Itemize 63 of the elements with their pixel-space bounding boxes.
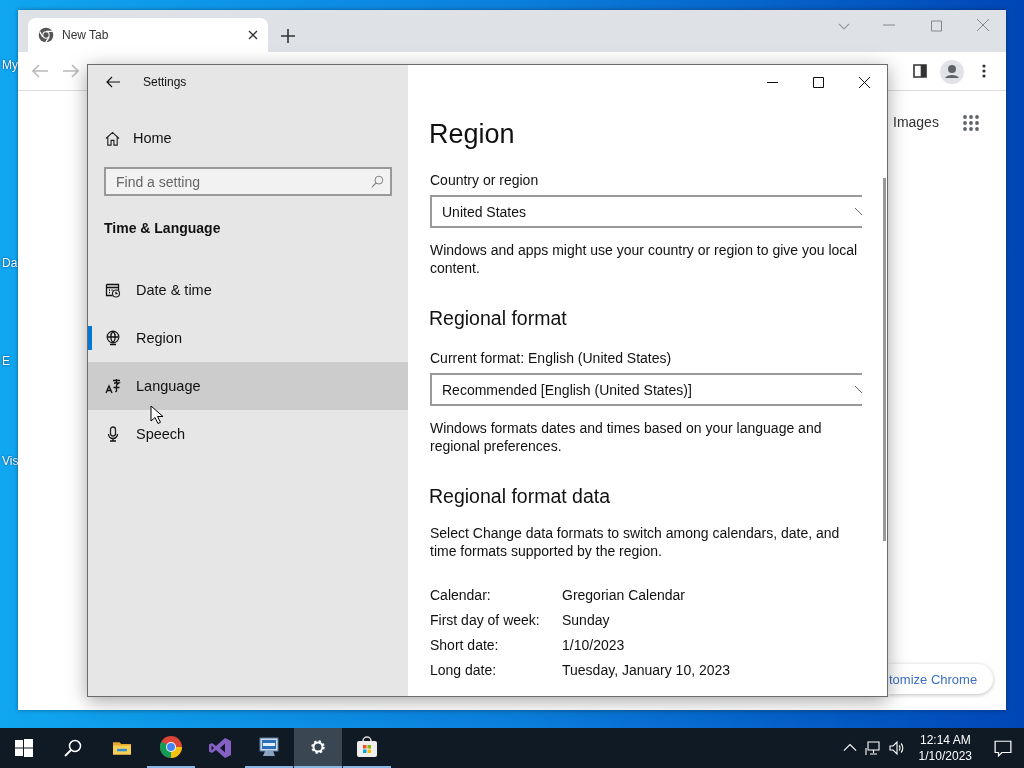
format-label: Long date: xyxy=(430,661,498,680)
shopping-bag-icon xyxy=(355,735,379,759)
side-panel-icon[interactable] xyxy=(913,64,927,78)
taskbar-button[interactable] xyxy=(294,728,342,768)
infinity-logo-icon xyxy=(208,736,232,760)
section-heading: Regional format data xyxy=(429,485,612,508)
close-icon[interactable] xyxy=(858,76,870,88)
search-icon xyxy=(64,739,82,757)
calendar-clock-icon xyxy=(105,282,121,298)
volume-icon[interactable] xyxy=(888,740,905,756)
description-text: Windows and apps might use your country or region to give you local content. xyxy=(430,241,859,277)
page-title: Region xyxy=(429,119,516,150)
scrollbar[interactable] xyxy=(883,178,886,541)
search-field[interactable]: Find a setting xyxy=(104,167,392,196)
maximize-icon[interactable] xyxy=(812,76,824,88)
clock-time: 12:14 AM xyxy=(919,732,971,748)
sidebar-item[interactable]: Date & time xyxy=(88,266,408,314)
chrome-logo-icon xyxy=(159,735,183,759)
caret-icon xyxy=(855,208,862,215)
mouse-pointer-icon xyxy=(150,405,164,425)
caret-icon xyxy=(855,386,862,393)
chrome-logo-icon xyxy=(38,27,54,43)
menu-dots-icon[interactable] xyxy=(982,64,986,78)
format-value: Sunday xyxy=(562,611,611,630)
customize-chrome-button[interactable]: tomize Chrome xyxy=(888,664,994,694)
profile-avatar-icon[interactable] xyxy=(940,60,964,84)
format-label: Short date: xyxy=(430,636,500,655)
browser-tab[interactable]: New Tab xyxy=(28,18,268,52)
format-label: First day of week: xyxy=(430,611,541,630)
apps-grid-icon[interactable] xyxy=(962,114,980,132)
translate-icon xyxy=(105,378,121,394)
format-label: Calendar: xyxy=(430,586,492,605)
format-value: Gregorian Calendar xyxy=(562,586,686,605)
computer-icon xyxy=(257,735,281,759)
folder-icon xyxy=(113,739,131,757)
notification-icon[interactable] xyxy=(994,739,1012,757)
back-arrow-icon[interactable] xyxy=(105,74,121,90)
microphone-icon xyxy=(105,426,121,442)
window-title: Settings xyxy=(143,75,187,89)
field-label: Country or region xyxy=(430,172,540,188)
home-icon xyxy=(105,130,120,146)
format-dropdown[interactable]: Recommended [English (United States)] xyxy=(430,373,862,406)
gear-icon xyxy=(309,738,327,756)
new-tab-icon[interactable] xyxy=(281,29,295,43)
clock-date: 1/10/2023 xyxy=(918,748,972,764)
section-heading: Regional format xyxy=(429,307,568,330)
images-link[interactable]: Images xyxy=(893,114,939,130)
home-link[interactable]: Home xyxy=(133,130,172,146)
section-heading: Time & Language xyxy=(104,220,222,236)
format-value: 1/10/2023 xyxy=(562,636,626,655)
windows-logo-icon xyxy=(15,739,33,757)
description-text: Windows formats dates and times based on your language and regional preferences. xyxy=(430,419,823,455)
taskbar-clock[interactable]: 12:14 AM 1/10/2023 xyxy=(918,732,972,764)
field-label: Current format: English (United States) xyxy=(430,350,673,366)
format-value: Tuesday, January 10, 2023 xyxy=(562,661,732,680)
globe-icon xyxy=(105,330,121,346)
sidebar-item[interactable]: Language xyxy=(88,362,408,410)
close-icon[interactable] xyxy=(248,30,258,40)
country-dropdown[interactable]: United States xyxy=(430,195,862,228)
sidebar-item[interactable]: Speech xyxy=(88,410,408,458)
search-icon xyxy=(371,175,384,188)
network-icon[interactable] xyxy=(864,740,881,756)
description-text: Select Change data formats to switch among calendars, date, and time formats supported by the region. xyxy=(430,524,841,560)
